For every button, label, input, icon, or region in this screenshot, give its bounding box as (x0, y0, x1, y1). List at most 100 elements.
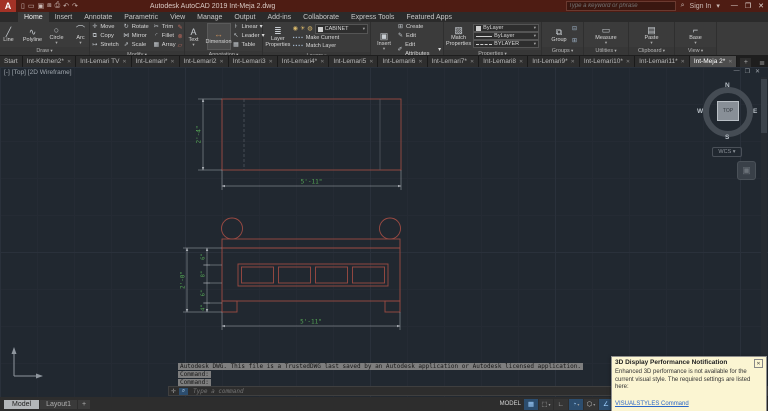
view-control[interactable]: [Top] (12, 69, 26, 76)
close-tab-icon[interactable]: ✕ (122, 59, 126, 65)
help-search-input[interactable] (565, 1, 676, 11)
groups-panel-label[interactable]: Groups (542, 47, 583, 55)
layout1-tab[interactable]: Layout1 (40, 399, 77, 409)
new-file[interactable]: ▯ (21, 2, 25, 10)
file-tab[interactable]: Start ✕ (0, 56, 23, 67)
clipboard-panel-label[interactable]: Clipboard (629, 47, 674, 55)
array-button[interactable]: ▦ Array (153, 41, 175, 50)
application-menu-button[interactable]: A (0, 0, 16, 12)
group-edit-icon[interactable]: ⊞ (572, 37, 577, 44)
visualstyles-command-link[interactable]: VISUALSTYLES Command (615, 401, 689, 407)
new-layout-button[interactable]: + (78, 399, 91, 409)
trim-button[interactable]: ✂ Trim (153, 23, 176, 32)
doc-close-icon[interactable]: ✕ (755, 68, 760, 75)
group-button[interactable]: ⧉ Group (548, 23, 570, 46)
measure-button[interactable]: ▭ Measure ▾ (595, 23, 617, 46)
rotate-button[interactable]: ↻ Rotate (123, 23, 149, 32)
close-tab-icon[interactable]: ✕ (320, 59, 324, 65)
tab-overflow-menu-icon[interactable]: ≣ (759, 59, 765, 67)
polyline-button[interactable]: ∿ Polyline (22, 23, 44, 46)
caret-icon[interactable]: ▾ (593, 402, 595, 407)
vertical-scrollbar[interactable] (761, 77, 767, 389)
close-tab-icon[interactable]: ✕ (571, 59, 575, 65)
edit-block-button[interactable]: ✎ Edit (397, 32, 441, 41)
text-button[interactable]: A Text ▾ (183, 23, 205, 50)
close-tab-icon[interactable]: ✕ (67, 59, 71, 65)
layer-dropdown[interactable]: CABINET ▾ (314, 24, 368, 34)
ungroup-icon[interactable]: ⊟ (572, 25, 577, 32)
polar-tracking[interactable]: ◔ ▾ (568, 398, 583, 410)
layer-properties-button[interactable]: ≣ Layer Properties (265, 23, 291, 51)
save[interactable]: ▣ (37, 2, 44, 10)
file-tab[interactable]: Int-Lemari* ✕ (131, 56, 180, 67)
snap-mode[interactable]: ⬚ ▾ (538, 398, 553, 410)
grid-display[interactable]: ▦ ▾ (523, 398, 538, 410)
file-tab[interactable]: Int-Lemari TV ✕ (76, 56, 132, 67)
close-tab-icon[interactable]: ✕ (681, 59, 685, 65)
create-block-button[interactable]: ⊞ Create (397, 23, 441, 32)
ortho-mode[interactable]: ∟ ▾ (553, 398, 568, 410)
file-tab[interactable]: Int-Lemari5 ✕ (329, 56, 379, 67)
plot[interactable]: ⎙ (55, 2, 61, 10)
notification-close-icon[interactable]: ✕ (754, 359, 763, 368)
save-as[interactable]: ⧈ (47, 2, 51, 10)
viewcube-west[interactable]: W (697, 108, 703, 115)
make-current-button[interactable]: Make Current (306, 34, 339, 42)
doc-restore-icon[interactable]: ❐ (745, 68, 750, 75)
viewcube-north[interactable]: N (725, 82, 730, 89)
base-button[interactable]: ⌐ Base ▾ (685, 23, 707, 46)
linetype-dropdown[interactable]: BYLAYER ▾ (473, 40, 539, 48)
viewcube-east[interactable]: E (753, 108, 757, 115)
object-color-dropdown[interactable]: ByLayer ▾ (473, 24, 539, 32)
ribbon-tab[interactable]: Manage (191, 12, 228, 22)
visual-style-control[interactable]: [2D Wireframe] (28, 69, 72, 76)
draw-panel-label[interactable]: Draw (0, 47, 89, 55)
caret-icon[interactable]: ▾ (577, 402, 579, 407)
model-space-canvas[interactable]: 2'-4" 5'-11" 6" 8" 6" 4" 2'-0" 5'-11" [-… (0, 67, 768, 397)
file-tab[interactable]: Int-Lemari2 ✕ (179, 56, 229, 67)
undo[interactable]: ↶ (63, 2, 69, 10)
view-panel-label[interactable]: View (675, 47, 716, 55)
ribbon-tab[interactable]: Output (228, 12, 261, 22)
match-properties-button[interactable]: ▨ Match Properties (446, 23, 471, 49)
stretch-button[interactable]: ↦ Stretch (91, 41, 118, 50)
linear-button[interactable]: ⊦ Linear ▾ (233, 23, 265, 32)
viewport-menu-control[interactable]: [-] (4, 69, 10, 76)
ribbon-tab[interactable]: Collaborate (297, 12, 345, 22)
leader-button[interactable]: ↖ Leader ▾ (233, 32, 265, 41)
sign-in-button[interactable]: Sign In (690, 3, 712, 10)
file-tab[interactable]: Int-Kitchen2* ✕ (22, 56, 77, 67)
layer-tools-icons[interactable]: ▪▪▪▪ (293, 34, 304, 42)
restore-button[interactable]: ❐ (745, 2, 751, 10)
file-tab[interactable]: Int-Lemari10* ✕ (579, 56, 636, 67)
copy-button[interactable]: ⧉ Copy (91, 32, 118, 41)
close-tab-icon[interactable]: ✕ (269, 59, 273, 65)
command-search-icon[interactable]: ⌕ (179, 387, 189, 395)
mirror-button[interactable]: ⋈ Mirror (123, 32, 149, 41)
viewcube-south[interactable]: S (725, 134, 729, 141)
sign-in-caret-icon[interactable]: ▾ (716, 2, 720, 10)
move-button[interactable]: ✛ Move (91, 23, 118, 32)
file-tab[interactable]: Int-Meja 2* ✕ (689, 56, 738, 67)
ribbon-tab[interactable]: Express Tools (345, 12, 400, 22)
file-tab[interactable]: Int-Lemari3 ✕ (228, 56, 278, 67)
circle-button[interactable]: ○ Circle ▾ (46, 23, 68, 46)
fillet-button[interactable]: ◜ Fillet (153, 32, 176, 41)
close-tab-icon[interactable]: ✕ (418, 59, 422, 65)
isometric-drafting[interactable]: ⬡ ▾ (583, 398, 598, 410)
file-tab[interactable]: Int-Lemari9* ✕ (528, 56, 580, 67)
search-icon[interactable]: ⌕ (681, 2, 685, 10)
close-tab-icon[interactable]: ✕ (470, 59, 474, 65)
scrollbar-thumb[interactable] (761, 79, 767, 133)
layer-lock-icon[interactable]: ◍ (307, 25, 312, 33)
ribbon-tab[interactable]: Add-ins (261, 12, 297, 22)
file-tab[interactable]: Int-Lemari6 ✕ (378, 56, 428, 67)
minimize-button[interactable]: — (731, 2, 738, 10)
match-layer-button[interactable]: Match Layer (306, 42, 336, 50)
close-tab-icon[interactable]: ✕ (728, 59, 732, 65)
ribbon-tab[interactable]: Featured Apps (400, 12, 458, 22)
line-button[interactable]: ╱ Line (0, 23, 20, 46)
ribbon-tab[interactable]: Annotate (78, 12, 118, 22)
file-tab[interactable]: Int-Lemari8 ✕ (479, 56, 529, 67)
navigation-bar-button[interactable]: ▣ (737, 161, 756, 180)
